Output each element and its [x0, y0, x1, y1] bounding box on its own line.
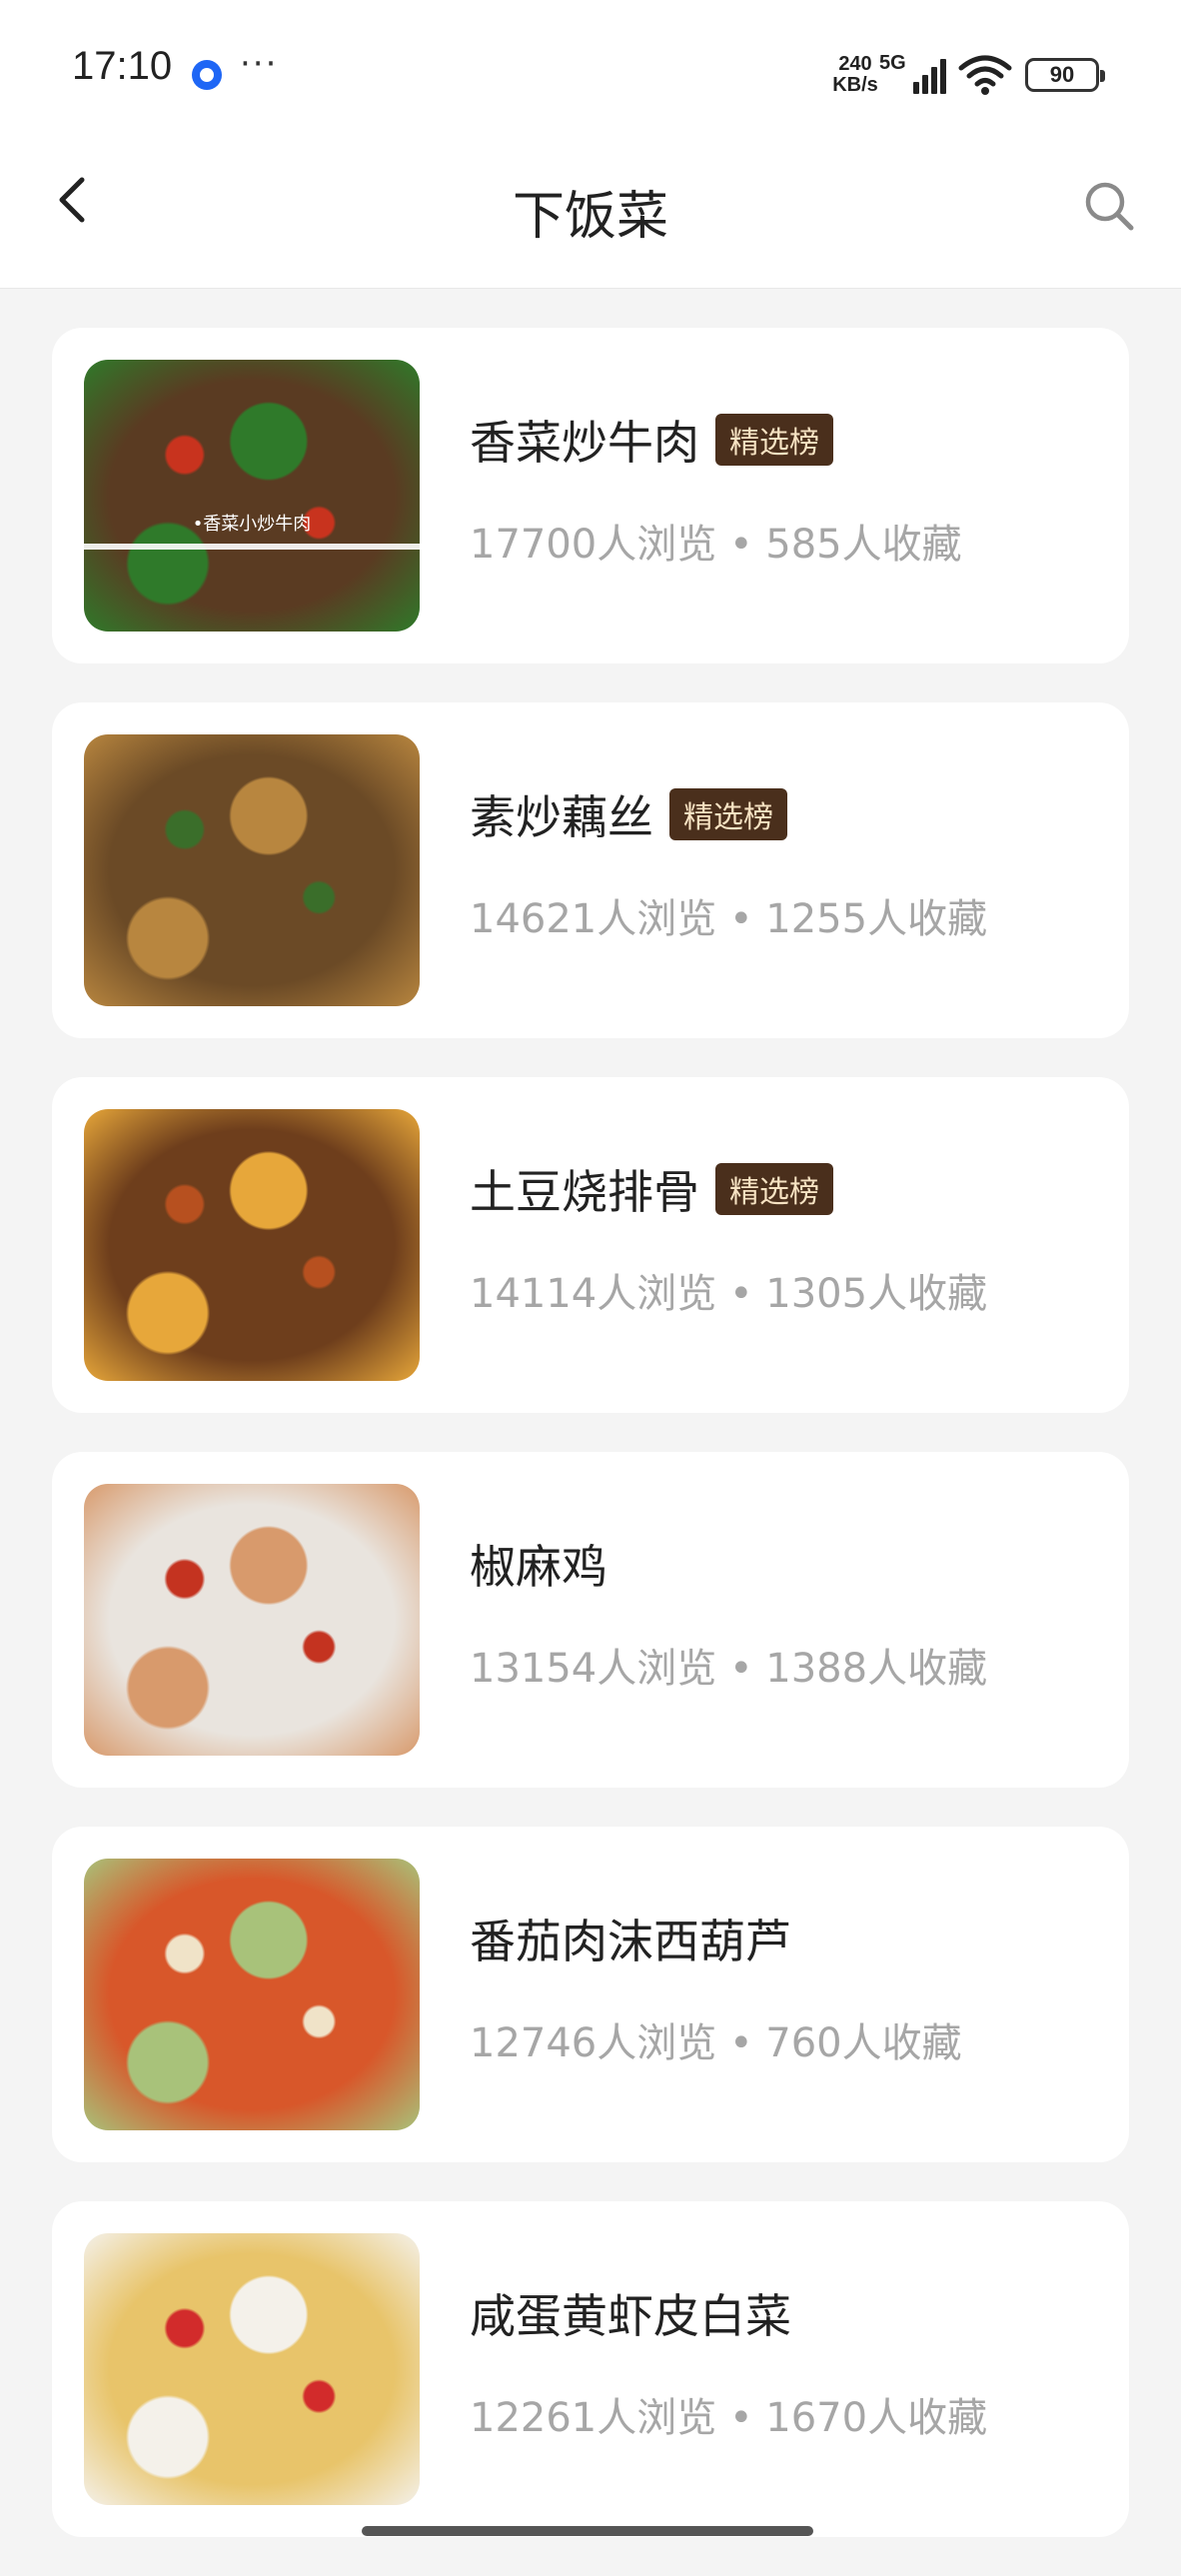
recipe-info: 番茄肉沫西葫芦 12746人浏览 • 760人收藏 [470, 1907, 1109, 2068]
recipe-thumbnail [84, 1859, 420, 2130]
network-speed-unit: KB/s [832, 74, 878, 96]
more-notifications-icon: ··· [240, 44, 279, 84]
page-title: 下饭菜 [512, 187, 668, 247]
recipe-name: 素炒藕丝 [470, 790, 653, 844]
recipe-info: 土豆烧排骨 精选榜 14114人浏览 • 1305人收藏 [470, 1157, 1109, 1319]
recipe-list: •香菜小炒牛肉 香菜炒牛肉 精选榜 17700人浏览 • 585人收藏 素炒藕丝 精选榜 1… [52, 328, 1129, 2576]
recipe-name: 番茄肉沫西葫芦 [470, 1915, 791, 1968]
recipe-card[interactable]: 素炒藕丝 精选榜 14621人浏览 • 1255人收藏 [52, 702, 1129, 1038]
recipe-stats: 14114人浏览 • 1305人收藏 [470, 1271, 988, 1317]
recipe-thumbnail [84, 734, 420, 1006]
status-time: 17:10 [72, 44, 173, 88]
recipe-name: 咸蛋黄虾皮白菜 [470, 2289, 791, 2343]
home-indicator[interactable] [362, 2526, 813, 2536]
recipe-title-row: 土豆烧排骨 精选榜 [470, 1157, 1109, 1221]
recipe-title-row: 香菜炒牛肉 精选榜 [470, 408, 1109, 472]
featured-badge: 精选榜 [669, 788, 787, 840]
recipe-stats: 17700人浏览 • 585人收藏 [470, 522, 962, 568]
search-icon[interactable] [1079, 176, 1139, 236]
recipe-card[interactable]: 椒麻鸡 13154人浏览 • 1388人收藏 [52, 1452, 1129, 1788]
app-notification-icon [192, 60, 222, 90]
recipe-title-row: 咸蛋黄虾皮白菜 [470, 2281, 1109, 2345]
recipe-title-row: 番茄肉沫西葫芦 [470, 1907, 1109, 1970]
recipe-name: 土豆烧排骨 [470, 1165, 699, 1219]
recipe-title-row: 椒麻鸡 [470, 1532, 1109, 1596]
recipe-card[interactable]: 咸蛋黄虾皮白菜 12261人浏览 • 1670人收藏 [52, 2201, 1129, 2537]
recipe-info: 素炒藕丝 精选榜 14621人浏览 • 1255人收藏 [470, 782, 1109, 944]
status-bar: 17:10 ··· 240 KB/s 5G 90 [0, 0, 1181, 140]
recipe-card[interactable]: 番茄肉沫西葫芦 12746人浏览 • 760人收藏 [52, 1827, 1129, 2162]
battery-level: 90 [1049, 62, 1075, 87]
recipe-thumbnail [84, 1109, 420, 1381]
recipe-thumbnail: •香菜小炒牛肉 [84, 360, 420, 632]
recipe-name: 椒麻鸡 [470, 1540, 607, 1594]
recipe-title-row: 素炒藕丝 精选榜 [470, 782, 1109, 846]
recipe-thumbnail [84, 2233, 420, 2505]
featured-badge: 精选榜 [715, 1163, 833, 1215]
recipe-stats: 12746人浏览 • 760人收藏 [470, 2020, 962, 2066]
featured-badge: 精选榜 [715, 414, 833, 466]
recipe-thumbnail [84, 1484, 420, 1756]
signal-icon [913, 59, 946, 94]
recipe-stats: 13154人浏览 • 1388人收藏 [470, 1646, 988, 1692]
network-speed-value: 240 [838, 53, 872, 75]
wifi-icon [958, 55, 1012, 95]
recipe-stats: 12261人浏览 • 1670人收藏 [470, 2395, 988, 2441]
thumbnail-caption: •香菜小炒牛肉 [192, 514, 312, 535]
recipe-card[interactable]: 土豆烧排骨 精选榜 14114人浏览 • 1305人收藏 [52, 1077, 1129, 1413]
nav-bar: 下饭菜 [0, 140, 1181, 289]
recipe-info: 椒麻鸡 13154人浏览 • 1388人收藏 [470, 1532, 1109, 1694]
recipe-info: 香菜炒牛肉 精选榜 17700人浏览 • 585人收藏 [470, 408, 1109, 570]
network-speed: 240 KB/s [825, 54, 885, 96]
recipe-info: 咸蛋黄虾皮白菜 12261人浏览 • 1670人收藏 [470, 2281, 1109, 2443]
battery-icon: 90 [1025, 58, 1105, 92]
recipe-card[interactable]: •香菜小炒牛肉 香菜炒牛肉 精选榜 17700人浏览 • 585人收藏 [52, 328, 1129, 663]
recipe-stats: 14621人浏览 • 1255人收藏 [470, 896, 988, 942]
recipe-name: 香菜炒牛肉 [470, 416, 699, 470]
thumbnail-divider [84, 544, 420, 550]
